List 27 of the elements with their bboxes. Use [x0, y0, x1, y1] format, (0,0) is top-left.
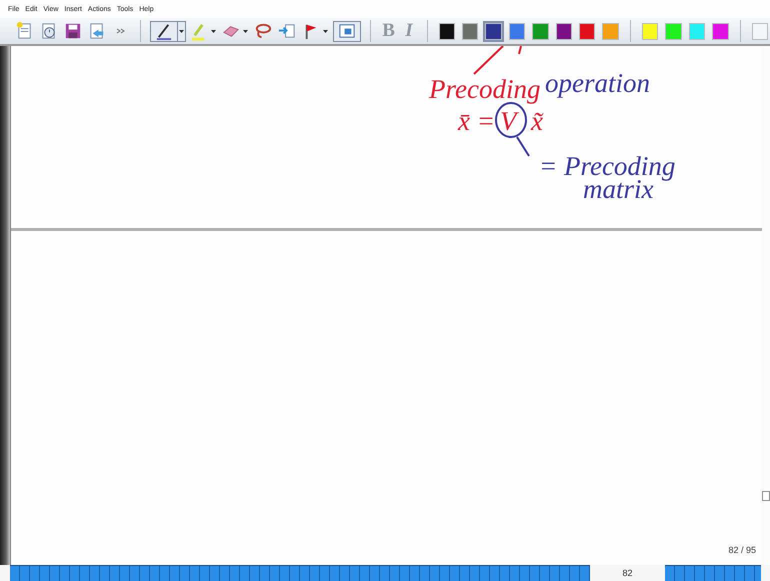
color-swatch[interactable]	[485, 22, 502, 40]
handwritten-text: x̄ =	[458, 106, 495, 136]
ink-circle	[495, 102, 527, 138]
color-swatch[interactable]	[688, 22, 706, 40]
chevron-icon	[116, 28, 125, 34]
color-swatch[interactable]	[665, 22, 682, 40]
color-swatch[interactable]	[752, 22, 768, 40]
handwritten-text: x̃	[531, 106, 543, 136]
color-swatch[interactable]	[642, 22, 658, 40]
ink-stroke	[473, 46, 504, 75]
color-swatch[interactable]	[508, 22, 526, 40]
tool-button[interactable]	[150, 20, 178, 42]
color-swatch[interactable]	[579, 22, 596, 40]
handwritten-text: V	[500, 106, 516, 136]
lasso-icon	[253, 21, 274, 41]
ink-stroke	[518, 46, 522, 54]
ink-stroke	[516, 136, 530, 157]
page-indicator: 82 / 95	[728, 545, 756, 555]
color-swatch[interactable]	[438, 22, 455, 40]
color-swatch[interactable]	[712, 22, 729, 40]
color-swatch[interactable]	[462, 22, 478, 40]
handwritten-text: operation	[545, 68, 650, 98]
color-swatch[interactable]	[532, 22, 549, 40]
color-swatch[interactable]	[556, 22, 572, 40]
timeline-label: 82	[621, 567, 634, 580]
handwritten-text: Precoding	[429, 74, 540, 104]
color-swatch[interactable]	[602, 22, 619, 40]
